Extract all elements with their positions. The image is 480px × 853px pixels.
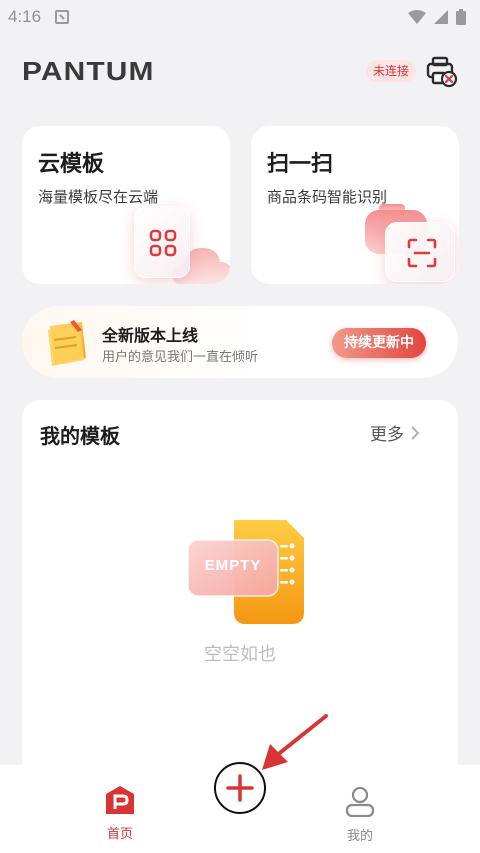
banner-title: 全新版本上线: [102, 326, 199, 345]
status-time: 4:16: [8, 7, 42, 26]
scan-icon: [407, 238, 437, 268]
battery-icon: [456, 9, 466, 25]
my-templates-title: 我的模板: [40, 424, 120, 448]
annotation-arrow-icon: [262, 714, 328, 770]
more-label: 更多: [370, 425, 404, 445]
app-header: PANTUM 未连接: [0, 50, 480, 94]
printer-disconnected-icon: [426, 56, 458, 88]
cloud-template-subtitle: 海量模板尽在云端: [38, 188, 159, 206]
empty-message: 空空如也: [204, 644, 276, 665]
home-icon: [106, 786, 134, 814]
plus-icon: [226, 774, 254, 802]
nav-item-mine[interactable]: 我的: [330, 785, 390, 844]
printer-button[interactable]: [424, 54, 458, 88]
nav-item-home[interactable]: 首页: [90, 785, 150, 842]
scan-card[interactable]: 扫一扫 商品条码智能识别: [251, 126, 459, 284]
status-bar: 4:16: [0, 0, 480, 34]
scan-tile: [385, 222, 455, 282]
grid-tile: [134, 206, 190, 278]
connection-status-badge[interactable]: 未连接: [366, 60, 417, 82]
empty-illustration: EMPTY: [188, 520, 306, 624]
grid-icon: [149, 229, 177, 257]
nav-home-label: 首页: [106, 827, 133, 842]
brand-logo: PANTUM: [22, 56, 155, 86]
empty-badge: EMPTY: [204, 557, 262, 574]
banner-update-button[interactable]: 持续更新中: [332, 328, 426, 358]
more-link[interactable]: 更多: [370, 420, 420, 445]
signal-icon: [434, 10, 448, 24]
wifi-icon: [408, 10, 426, 24]
nav-mine-label: 我的: [346, 829, 373, 844]
chevron-right-icon: [411, 425, 420, 440]
notification-icon: [55, 10, 70, 24]
my-templates-section: 我的模板 更多 EMPTY 空空如也: [22, 400, 458, 800]
scan-title: 扫一扫: [267, 152, 334, 177]
user-icon: [345, 786, 375, 818]
cloud-template-title: 云模板: [38, 152, 105, 177]
note-icon: [48, 320, 86, 366]
update-banner[interactable]: 全新版本上线 用户的意见我们一直在倾听 持续更新中: [22, 306, 458, 378]
status-icons: [408, 9, 466, 25]
banner-subtitle: 用户的意见我们一直在倾听: [102, 350, 259, 365]
cloud-template-card[interactable]: 云模板 海量模板尽在云端: [22, 126, 230, 284]
